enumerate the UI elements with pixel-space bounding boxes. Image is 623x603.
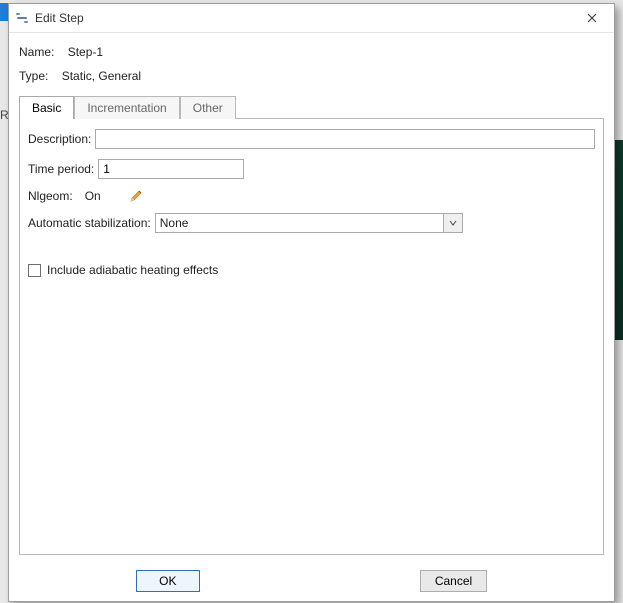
adiabatic-checkbox[interactable] — [28, 264, 41, 277]
name-label: Name: — [19, 45, 54, 59]
adiabatic-label: Include adiabatic heating effects — [47, 263, 218, 277]
pencil-icon — [129, 189, 143, 203]
dialog-footer: OK Cancel — [9, 561, 614, 601]
name-value: Step-1 — [68, 45, 103, 59]
ok-button[interactable]: OK — [136, 570, 200, 592]
nlgeom-value: On — [85, 189, 101, 203]
stabilization-label: Automatic stabilization: — [28, 216, 151, 230]
titlebar: Edit Step — [9, 4, 614, 33]
chevron-down-icon — [449, 219, 457, 227]
time-period-input[interactable] — [98, 159, 244, 179]
nlgeom-label: Nlgeom: — [28, 189, 73, 203]
close-button[interactable] — [572, 5, 612, 31]
edit-step-dialog: Edit Step Name: Step-1 Type: Static, Gen… — [8, 3, 615, 602]
stabilization-dropdown-button[interactable] — [443, 214, 462, 232]
app-icon — [15, 11, 29, 25]
edit-nlgeom-button[interactable] — [129, 189, 143, 203]
tab-basic[interactable]: Basic — [19, 96, 74, 119]
tab-other[interactable]: Other — [180, 96, 236, 119]
cancel-button[interactable]: Cancel — [420, 570, 487, 592]
description-input[interactable] — [95, 129, 595, 149]
time-period-label: Time period: — [28, 162, 94, 176]
tabstrip: Basic Incrementation Other — [19, 95, 604, 118]
type-value: Static, General — [62, 69, 141, 83]
tab-panel-basic: Description: Time period: Nlgeom: On — [19, 118, 604, 555]
tab-incrementation[interactable]: Incrementation — [74, 96, 179, 119]
window-title: Edit Step — [35, 11, 84, 25]
dialog-header: Name: Step-1 Type: Static, General — [9, 33, 614, 95]
description-label: Description: — [28, 132, 91, 146]
stabilization-combobox[interactable]: None — [155, 213, 463, 233]
stabilization-value: None — [156, 216, 443, 230]
type-label: Type: — [19, 69, 48, 83]
